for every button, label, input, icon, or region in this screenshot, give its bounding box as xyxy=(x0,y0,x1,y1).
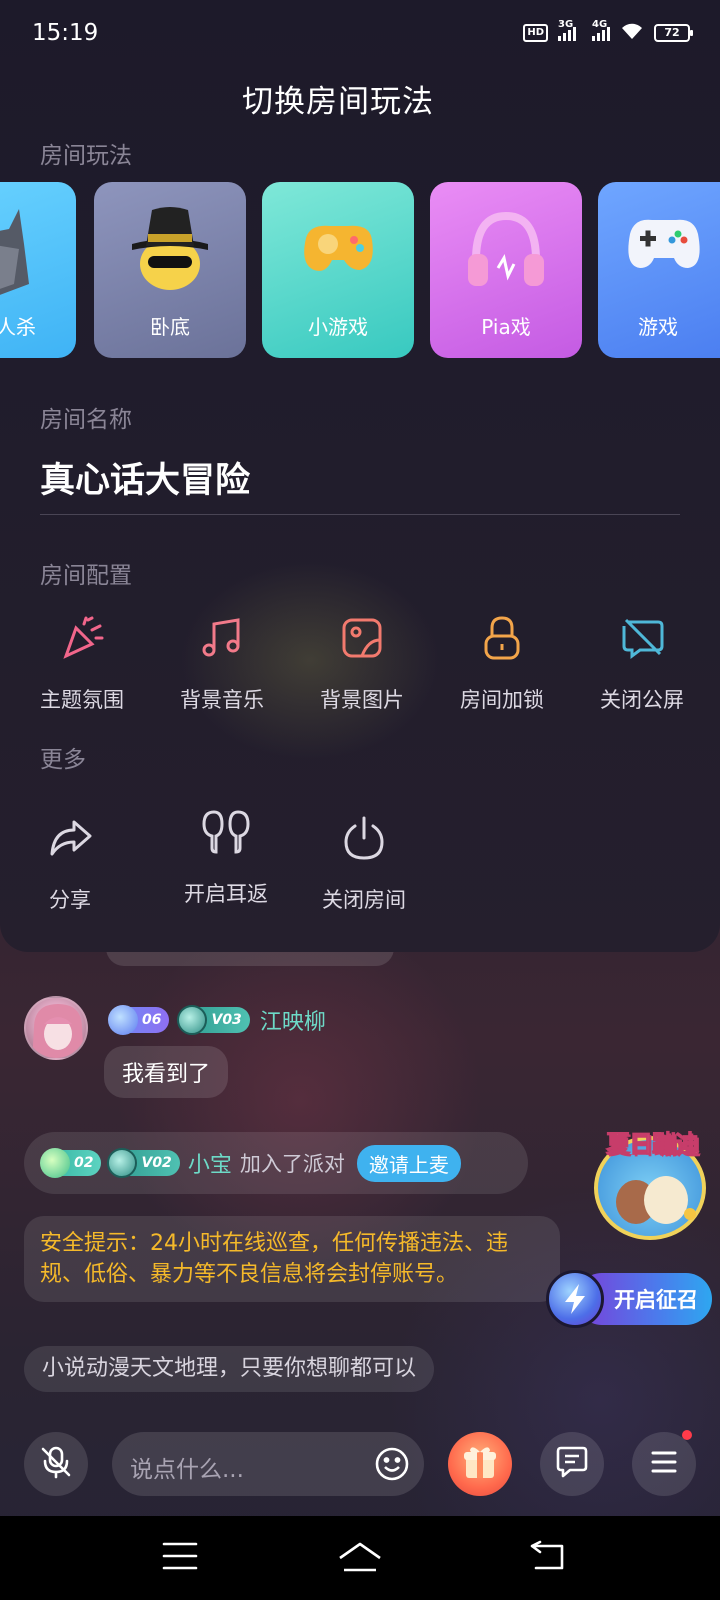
ear-return-button[interactable]: 开启耳返 xyxy=(156,806,296,908)
level-badge: 06 xyxy=(108,1005,170,1035)
more-label: 关闭房间 xyxy=(322,888,406,912)
vip-gem-icon xyxy=(107,1148,138,1178)
vip-badge: V03 xyxy=(177,1005,250,1035)
lock-icon xyxy=(432,612,572,664)
close-room-button[interactable]: 关闭房间 xyxy=(294,812,434,914)
vip-badge: V02 xyxy=(107,1148,180,1178)
gamepad-yellow-icon xyxy=(290,204,386,298)
home-icon[interactable] xyxy=(336,1540,384,1578)
mode-label: 卧底 xyxy=(150,315,190,339)
config-close-chat-button[interactable]: 关闭公屏 xyxy=(572,612,712,714)
join-action-text: 加入了派对 xyxy=(239,1152,345,1176)
config-theme-button[interactable]: 主题氛围 xyxy=(12,612,152,714)
chat-off-icon xyxy=(572,612,712,664)
chat-tip: 小说动漫天文地理，只要你想聊都可以 xyxy=(24,1346,435,1392)
divider xyxy=(40,514,680,515)
share-button[interactable]: 分享 xyxy=(0,812,140,914)
emoji-icon[interactable] xyxy=(374,1446,410,1486)
room-config-row: 主题氛围 背景音乐 背景图片 房间加锁 关闭公屏 xyxy=(0,612,720,722)
share-icon xyxy=(0,812,140,864)
chat-input[interactable]: 说点什么... xyxy=(112,1432,424,1496)
power-icon xyxy=(294,812,434,864)
gift-icon xyxy=(460,1442,500,1486)
room-mode-list[interactable]: 人杀 卧底 小游戏 Pia戏 游戏 xyxy=(0,182,720,358)
mic-off-button[interactable] xyxy=(24,1432,88,1496)
image-icon xyxy=(292,612,432,664)
mode-card-game[interactable]: 游戏 xyxy=(598,182,720,358)
modes-section-label: 房间玩法 xyxy=(40,143,132,169)
system-nav-bar xyxy=(0,1516,720,1600)
status-bar: 15:19 HD 3G 4G 72 xyxy=(0,0,720,64)
safety-notice: 安全提示：24小时在线巡查，任何传播违法、违规、低俗、暴力等不良信息将会封停账号… xyxy=(24,1216,560,1302)
message-bubble: 我看到了 xyxy=(104,1046,229,1098)
music-note-icon xyxy=(152,612,292,664)
message-user-line: 06 V03 江映柳 xyxy=(108,1004,326,1036)
party-popper-icon xyxy=(12,612,152,664)
chat-input-placeholder: 说点什么... xyxy=(130,1457,244,1483)
join-notification: 02 V02 小宝 加入了派对 邀请上麦 xyxy=(24,1132,528,1194)
room-name-label: 房间名称 xyxy=(40,407,132,433)
controller-icon xyxy=(616,204,712,288)
recents-icon[interactable] xyxy=(162,1540,198,1576)
status-icons: HD 3G 4G 72 xyxy=(523,19,693,43)
summer-disco-event-badge[interactable]: 夏日蹦迪 xyxy=(594,1124,710,1242)
mode-card-werewolf[interactable]: 人杀 xyxy=(0,182,76,358)
menu-icon xyxy=(649,1449,679,1479)
level-badge: 02 xyxy=(40,1148,102,1178)
vip-gem-icon xyxy=(177,1005,208,1035)
mode-label: 人杀 xyxy=(0,315,36,339)
config-label: 主题氛围 xyxy=(40,688,124,712)
signal-3g-icon: 3G xyxy=(558,19,576,41)
werewolf-icon xyxy=(0,204,39,308)
username[interactable]: 小宝 xyxy=(188,1147,232,1179)
bottom-toolbar: 说点什么... xyxy=(0,1430,720,1498)
headphones-icon xyxy=(458,204,554,298)
hd-indicator: HD xyxy=(523,23,548,42)
back-icon[interactable] xyxy=(530,1540,566,1576)
lightning-icon xyxy=(546,1270,604,1328)
room-config-label: 房间配置 xyxy=(40,563,132,589)
notification-dot xyxy=(682,1430,692,1440)
config-bg-image-button[interactable]: 背景图片 xyxy=(292,612,432,714)
room-name-field[interactable]: 真心话大冒险 xyxy=(40,452,250,503)
signal-4g-icon: 4G xyxy=(592,19,610,41)
config-bgm-button[interactable]: 背景音乐 xyxy=(152,612,292,714)
username[interactable]: 江映柳 xyxy=(260,1004,326,1036)
config-label: 关闭公屏 xyxy=(600,688,684,712)
mode-label: Pia戏 xyxy=(481,315,531,339)
config-label: 房间加锁 xyxy=(460,688,544,712)
mode-card-spy[interactable]: 卧底 xyxy=(94,182,246,358)
invite-to-mic-button[interactable]: 邀请上麦 xyxy=(356,1144,461,1182)
message-button[interactable] xyxy=(540,1432,604,1496)
more-label: 开启耳返 xyxy=(184,882,268,906)
battery-icon: 72 xyxy=(654,23,693,42)
config-label: 背景音乐 xyxy=(180,688,264,712)
more-row: 分享 开启耳返 关闭房间 xyxy=(0,810,720,922)
mic-off-icon xyxy=(39,1445,73,1483)
switch-room-mode-panel: 切换房间玩法 房间玩法 人杀 卧底 小游戏 Pia戏 游戏 房间名称 真心话大冒… xyxy=(0,0,720,952)
more-section-label: 更多 xyxy=(40,747,86,773)
earbuds-icon xyxy=(156,806,296,858)
message-icon xyxy=(554,1445,590,1483)
event-title: 夏日蹦迪 xyxy=(606,1130,700,1159)
mode-card-minigame[interactable]: 小游戏 xyxy=(262,182,414,358)
status-time: 15:19 xyxy=(32,20,99,46)
level-gem-icon xyxy=(40,1148,70,1178)
menu-button[interactable] xyxy=(632,1430,696,1496)
more-label: 分享 xyxy=(49,888,91,912)
mode-card-pia[interactable]: Pia戏 xyxy=(430,182,582,358)
level-gem-icon xyxy=(108,1005,138,1035)
recruit-button[interactable]: 开启征召 xyxy=(546,1270,712,1328)
mode-label: 游戏 xyxy=(638,315,678,339)
spy-hat-icon xyxy=(122,204,218,298)
panel-title: 切换房间玩法 xyxy=(242,84,434,120)
config-lock-button[interactable]: 房间加锁 xyxy=(432,612,572,714)
gift-button[interactable] xyxy=(448,1432,512,1496)
mode-label: 小游戏 xyxy=(308,315,368,339)
wifi-icon xyxy=(620,22,644,43)
avatar[interactable] xyxy=(24,996,88,1060)
config-label: 背景图片 xyxy=(320,688,404,712)
